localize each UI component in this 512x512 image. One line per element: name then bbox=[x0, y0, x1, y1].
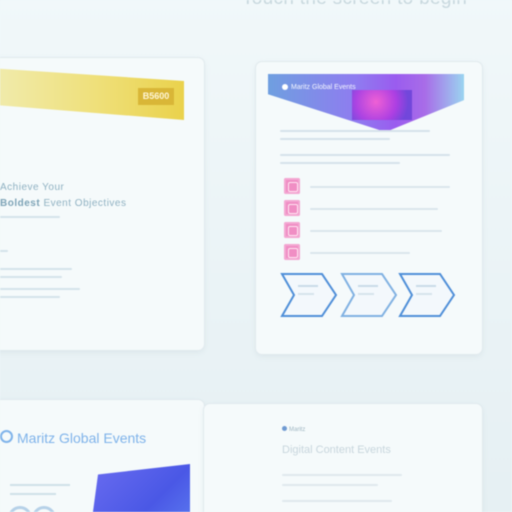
brand-text: Maritz Global Events bbox=[17, 430, 147, 446]
circle-icon bbox=[8, 506, 32, 512]
card-tag: B5600 bbox=[138, 88, 174, 105]
card-title: Digital Content Events bbox=[282, 444, 391, 456]
card-heading-line-1: Achieve Your bbox=[0, 182, 65, 193]
screen[interactable]: Touch the screen to begin B5600 Achieve … bbox=[0, 0, 512, 512]
touch-to-begin-prompt: Touch the screen to begin bbox=[242, 0, 502, 10]
brand-text: Maritz bbox=[289, 427, 306, 433]
text-line bbox=[282, 474, 402, 476]
brand-label: Maritz Global Events bbox=[0, 430, 146, 446]
feature-line bbox=[310, 186, 450, 188]
text-line bbox=[280, 138, 390, 140]
brand-label: Maritz bbox=[282, 426, 305, 433]
feature-icon bbox=[284, 200, 300, 216]
circle-icon bbox=[32, 506, 56, 512]
feature-icon bbox=[284, 222, 300, 238]
text-line bbox=[280, 162, 400, 164]
text-line bbox=[10, 484, 70, 486]
text-line bbox=[280, 154, 450, 156]
text-line bbox=[282, 484, 378, 486]
text-line bbox=[282, 500, 392, 502]
feature-line bbox=[310, 208, 438, 210]
brand-text: Maritz Global Events bbox=[291, 84, 356, 91]
text-line bbox=[0, 250, 8, 252]
logo-icon bbox=[282, 426, 287, 431]
card-heading-line-2: Boldest Event Objectives bbox=[0, 198, 126, 209]
feature-icon bbox=[284, 244, 300, 260]
feature-line bbox=[310, 230, 442, 232]
process-step-3-chevron bbox=[398, 272, 456, 318]
process-step-1-chevron bbox=[280, 272, 338, 318]
feature-icon bbox=[284, 178, 300, 194]
process-step-2-chevron bbox=[340, 272, 398, 318]
feature-line bbox=[310, 252, 410, 254]
brochure-card-objectives[interactable]: B5600 Achieve Your Boldest Event Objecti… bbox=[0, 58, 204, 350]
brochure-card-global-events[interactable]: Maritz Global Events bbox=[256, 62, 482, 354]
card-heading-bold: Boldest bbox=[0, 198, 41, 209]
text-line bbox=[0, 216, 60, 218]
text-line bbox=[0, 296, 60, 298]
brochure-card-digital-content[interactable]: Maritz Digital Content Events bbox=[204, 404, 482, 512]
text-line bbox=[280, 130, 430, 132]
text-line bbox=[0, 268, 72, 270]
logo-icon bbox=[0, 430, 13, 443]
brand-label: Maritz Global Events bbox=[282, 84, 356, 91]
blue-graphic bbox=[90, 464, 190, 512]
text-line bbox=[10, 493, 56, 495]
card-heading-rest: Event Objectives bbox=[40, 198, 127, 209]
logo-icon bbox=[282, 84, 288, 90]
text-line bbox=[0, 276, 62, 278]
text-line bbox=[0, 288, 80, 290]
hero-photo bbox=[352, 90, 412, 120]
brochure-card-maritz[interactable]: Maritz Global Events bbox=[0, 400, 204, 512]
